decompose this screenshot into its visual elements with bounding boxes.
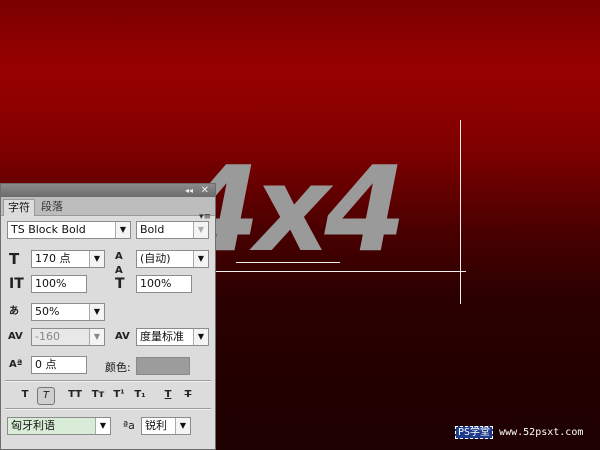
tab-character[interactable]: 字符	[3, 199, 35, 216]
text-cursor-horizontal	[216, 271, 466, 272]
panel-titlebar[interactable]: ◂◂ ✕	[1, 184, 215, 197]
font-style-value: Bold	[140, 223, 165, 236]
collapse-panel-icon[interactable]: ◂◂	[185, 184, 193, 197]
subscript-button[interactable]: T₁	[131, 387, 149, 403]
vertical-scale-field[interactable]: 100%	[31, 275, 87, 293]
watermark-brand: PS学堂	[455, 426, 494, 439]
all-caps-button[interactable]: TT	[64, 387, 86, 403]
underline-button[interactable]: T	[161, 387, 175, 403]
small-caps-button[interactable]: Tт	[89, 387, 107, 403]
faux-bold-button[interactable]: T	[18, 387, 32, 403]
text-cursor-vertical	[460, 120, 461, 304]
chevron-down-icon[interactable]: ▼	[193, 329, 208, 345]
vertical-scale-value: 100%	[35, 277, 67, 290]
chevron-down-icon[interactable]: ▼	[175, 418, 190, 434]
faux-italic-button[interactable]: T	[37, 387, 55, 405]
font-family-value: TS Block Bold	[11, 223, 86, 236]
horizontal-scale-field[interactable]: 100%	[136, 275, 192, 293]
chevron-down-icon[interactable]: ▼	[193, 251, 208, 267]
tracking-field[interactable]: 度量标准 ▼	[136, 328, 209, 346]
font-family-select[interactable]: TS Block Bold ▼	[7, 221, 131, 239]
kerning-value: -160	[35, 330, 60, 343]
tracking-value: 度量标准	[140, 330, 184, 343]
language-select[interactable]: 匈牙利语 ▼	[7, 417, 111, 435]
baseline-shift-field[interactable]: 0 点	[31, 356, 87, 374]
kerning-icon: AV	[8, 331, 23, 342]
baseline-shift-value: 0 点	[35, 358, 57, 371]
language-value: 匈牙利语	[11, 419, 55, 432]
tsume-value: 50%	[35, 305, 60, 318]
watermark-url: www.52psxt.com	[499, 427, 584, 438]
leading-value: (自动)	[140, 252, 171, 265]
character-panel: ◂◂ ✕ 字符 段落 ▾≡ TS Block Bold ▼ Bold ▼ T 1…	[0, 183, 216, 450]
baseline-shift-icon: Aª	[9, 359, 23, 370]
watermark: PS学堂 www.52psxt.com	[455, 424, 595, 442]
vertical-scale-icon: IT	[9, 276, 24, 292]
tracking-icon: AV	[115, 331, 130, 342]
divider	[5, 380, 211, 382]
divider	[5, 408, 211, 410]
tsume-field[interactable]: 50% ▼	[31, 303, 105, 321]
chevron-down-icon[interactable]: ▼	[95, 418, 110, 434]
close-panel-icon[interactable]: ✕	[201, 184, 209, 197]
panel-tabs: 字符 段落 ▾≡	[1, 197, 215, 222]
chevron-down-icon[interactable]: ▼	[89, 304, 104, 320]
font-size-field[interactable]: 170 点 ▼	[31, 250, 105, 268]
superscript-button[interactable]: T¹	[110, 387, 128, 403]
color-label: 颜色:	[105, 361, 131, 374]
font-size-value: 170 点	[35, 252, 71, 265]
chevron-down-icon[interactable]: ▼	[89, 329, 104, 345]
anti-alias-select[interactable]: 锐利 ▼	[141, 417, 191, 435]
text-baseline-mark	[236, 262, 340, 263]
color-swatch[interactable]	[136, 357, 190, 375]
anti-alias-icon: ªa	[123, 419, 135, 432]
tsume-icon: あ	[9, 306, 19, 317]
chevron-down-icon[interactable]: ▼	[193, 222, 208, 238]
anti-alias-value: 锐利	[145, 419, 167, 432]
leading-icon: AA	[115, 251, 123, 276]
horizontal-scale-value: 100%	[140, 277, 172, 290]
kerning-field[interactable]: -160 ▼	[31, 328, 105, 346]
strikethrough-button[interactable]: T	[181, 387, 195, 403]
font-size-icon: T	[9, 250, 20, 268]
horizontal-scale-icon: T	[115, 276, 125, 292]
tab-paragraph[interactable]: 段落	[37, 199, 67, 215]
chevron-down-icon[interactable]: ▼	[115, 222, 130, 238]
leading-field[interactable]: (自动) ▼	[136, 250, 209, 268]
font-style-select[interactable]: Bold ▼	[136, 221, 209, 239]
chevron-down-icon[interactable]: ▼	[89, 251, 104, 267]
